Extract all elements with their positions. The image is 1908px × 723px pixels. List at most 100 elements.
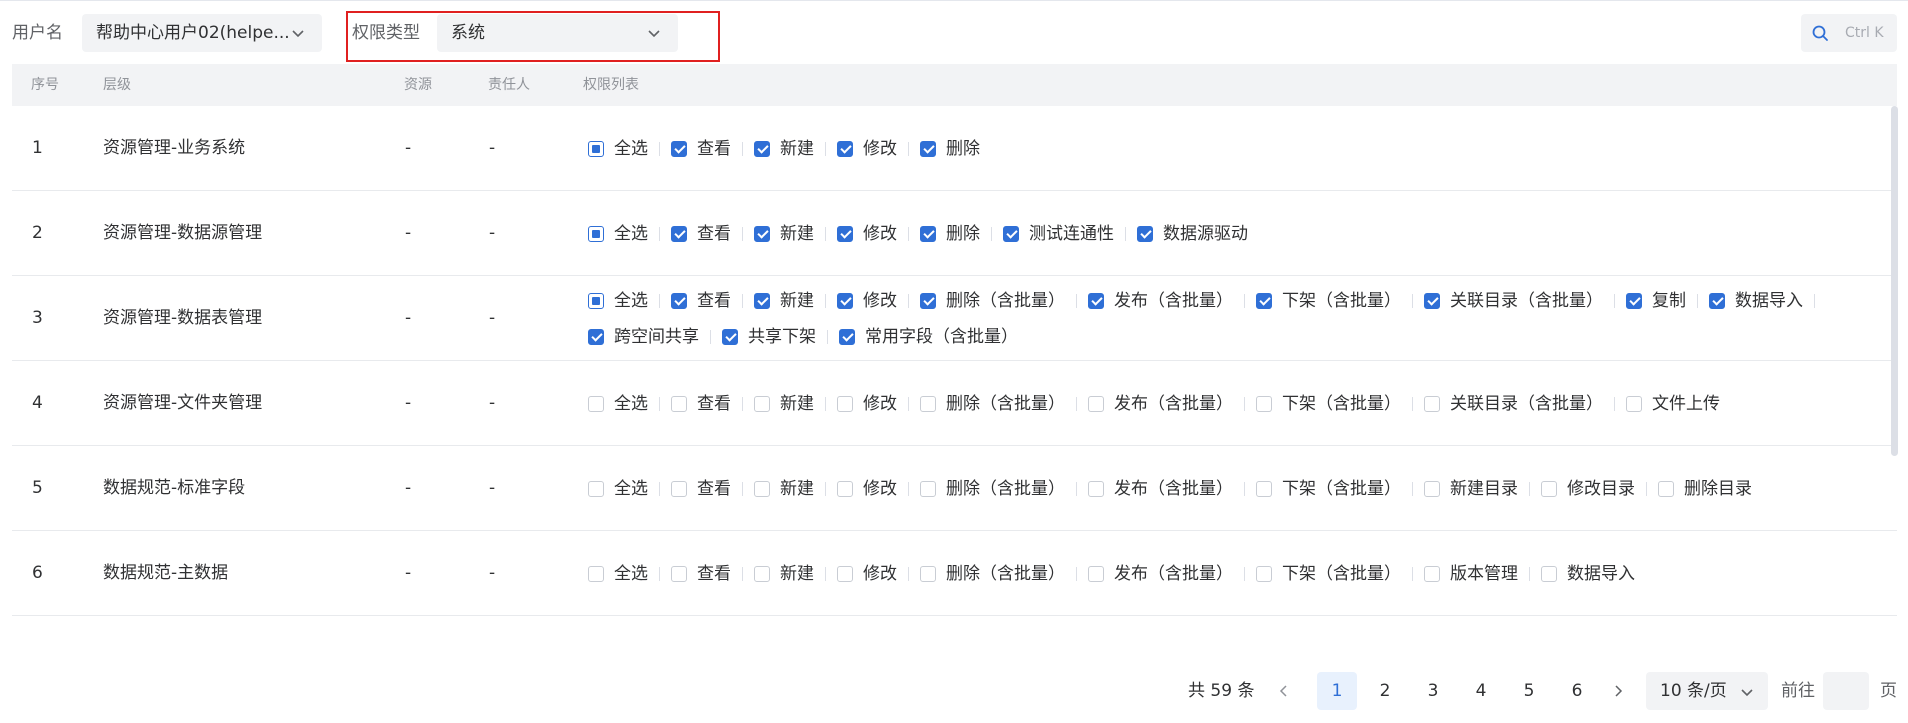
checkbox[interactable] (671, 226, 687, 242)
checkbox[interactable] (1541, 481, 1557, 497)
permission-checkbox-item[interactable]: 下架（含批量） (1256, 393, 1401, 415)
permission-checkbox-item[interactable]: 发布（含批量） (1088, 290, 1233, 312)
checkbox[interactable] (920, 226, 936, 242)
page-number-button[interactable]: 3 (1413, 672, 1453, 710)
checkbox[interactable] (920, 396, 936, 412)
checkbox[interactable] (1088, 481, 1104, 497)
permission-checkbox-item[interactable]: 删除目录 (1658, 478, 1752, 500)
permission-checkbox-item[interactable]: 全选 (588, 563, 648, 585)
checkbox[interactable] (1424, 566, 1440, 582)
checkbox[interactable] (920, 293, 936, 309)
username-select[interactable]: 帮助中心用户02(helpe... (82, 14, 322, 52)
goto-page-input[interactable] (1823, 672, 1869, 710)
permission-checkbox-item[interactable]: 修改 (837, 138, 897, 160)
page-size-select[interactable]: 10 条/页 (1646, 672, 1768, 710)
permission-checkbox-item[interactable]: 全选 (588, 138, 648, 160)
permission-checkbox-item[interactable]: 修改 (837, 223, 897, 245)
page-number-button[interactable]: 1 (1317, 672, 1357, 710)
permission-checkbox-item[interactable]: 新建 (754, 290, 814, 312)
permission-checkbox-item[interactable]: 查看 (671, 563, 731, 585)
checkbox[interactable] (754, 226, 770, 242)
checkbox[interactable] (1003, 226, 1019, 242)
permission-checkbox-item[interactable]: 查看 (671, 290, 731, 312)
checkbox[interactable] (1626, 293, 1642, 309)
checkbox[interactable] (588, 226, 604, 242)
checkbox[interactable] (754, 481, 770, 497)
permission-checkbox-item[interactable]: 关联目录（含批量） (1424, 290, 1603, 312)
checkbox[interactable] (1256, 481, 1272, 497)
permission-checkbox-item[interactable]: 数据导入 (1541, 563, 1635, 585)
checkbox[interactable] (1256, 396, 1272, 412)
page-number-button[interactable]: 4 (1461, 672, 1501, 710)
permission-checkbox-item[interactable]: 新建 (754, 563, 814, 585)
checkbox[interactable] (754, 396, 770, 412)
permission-checkbox-item[interactable]: 文件上传 (1626, 393, 1720, 415)
checkbox[interactable] (1424, 396, 1440, 412)
checkbox[interactable] (671, 481, 687, 497)
permission-checkbox-item[interactable]: 修改 (837, 290, 897, 312)
checkbox[interactable] (671, 141, 687, 157)
permission-checkbox-item[interactable]: 查看 (671, 138, 731, 160)
permission-checkbox-item[interactable]: 复制 (1626, 290, 1686, 312)
permission-checkbox-item[interactable]: 新建 (754, 223, 814, 245)
permission-checkbox-item[interactable]: 跨空间共享 (588, 326, 699, 348)
checkbox[interactable] (1709, 293, 1725, 309)
permission-checkbox-item[interactable]: 查看 (671, 478, 731, 500)
checkbox[interactable] (588, 481, 604, 497)
permission-checkbox-item[interactable]: 数据导入 (1709, 290, 1803, 312)
permission-checkbox-item[interactable]: 测试连通性 (1003, 223, 1114, 245)
scrollbar[interactable] (1891, 106, 1898, 456)
checkbox[interactable] (722, 329, 738, 345)
permission-checkbox-item[interactable]: 下架（含批量） (1256, 290, 1401, 312)
permission-checkbox-item[interactable]: 修改目录 (1541, 478, 1635, 500)
checkbox[interactable] (754, 566, 770, 582)
checkbox[interactable] (754, 293, 770, 309)
permission-checkbox-item[interactable]: 全选 (588, 393, 648, 415)
permission-checkbox-item[interactable]: 发布（含批量） (1088, 393, 1233, 415)
permission-checkbox-item[interactable]: 下架（含批量） (1256, 563, 1401, 585)
permission-checkbox-item[interactable]: 新建 (754, 138, 814, 160)
page-number-button[interactable]: 6 (1557, 672, 1597, 710)
checkbox[interactable] (671, 566, 687, 582)
prev-page-button[interactable] (1273, 680, 1295, 702)
permission-checkbox-item[interactable]: 版本管理 (1424, 563, 1518, 585)
page-number-button[interactable]: 2 (1365, 672, 1405, 710)
checkbox[interactable] (1137, 226, 1153, 242)
checkbox[interactable] (920, 481, 936, 497)
checkbox[interactable] (588, 141, 604, 157)
permission-checkbox-item[interactable]: 下架（含批量） (1256, 478, 1401, 500)
permission-checkbox-item[interactable]: 删除 (920, 223, 980, 245)
checkbox[interactable] (839, 329, 855, 345)
checkbox[interactable] (1256, 566, 1272, 582)
permission-checkbox-item[interactable]: 删除（含批量） (920, 563, 1065, 585)
checkbox[interactable] (920, 566, 936, 582)
permission-checkbox-item[interactable]: 修改 (837, 393, 897, 415)
checkbox[interactable] (1088, 566, 1104, 582)
checkbox[interactable] (588, 396, 604, 412)
checkbox[interactable] (837, 293, 853, 309)
checkbox[interactable] (1424, 481, 1440, 497)
permission-checkbox-item[interactable]: 新建 (754, 393, 814, 415)
checkbox[interactable] (837, 396, 853, 412)
checkbox[interactable] (837, 141, 853, 157)
permission-checkbox-item[interactable]: 共享下架 (722, 326, 816, 348)
checkbox[interactable] (588, 566, 604, 582)
page-number-button[interactable]: 5 (1509, 672, 1549, 710)
checkbox[interactable] (1088, 396, 1104, 412)
checkbox[interactable] (837, 566, 853, 582)
permission-checkbox-item[interactable]: 新建 (754, 478, 814, 500)
checkbox[interactable] (671, 293, 687, 309)
permission-checkbox-item[interactable]: 全选 (588, 223, 648, 245)
search-button[interactable]: Ctrl K (1801, 14, 1897, 52)
permission-checkbox-item[interactable]: 查看 (671, 223, 731, 245)
permission-checkbox-item[interactable]: 删除（含批量） (920, 478, 1065, 500)
permission-checkbox-item[interactable]: 新建目录 (1424, 478, 1518, 500)
checkbox[interactable] (920, 141, 936, 157)
permission-checkbox-item[interactable]: 删除 (920, 138, 980, 160)
checkbox[interactable] (1424, 293, 1440, 309)
checkbox[interactable] (671, 396, 687, 412)
permission-checkbox-item[interactable]: 发布（含批量） (1088, 563, 1233, 585)
permission-checkbox-item[interactable]: 修改 (837, 478, 897, 500)
checkbox[interactable] (1088, 293, 1104, 309)
permission-checkbox-item[interactable]: 查看 (671, 393, 731, 415)
